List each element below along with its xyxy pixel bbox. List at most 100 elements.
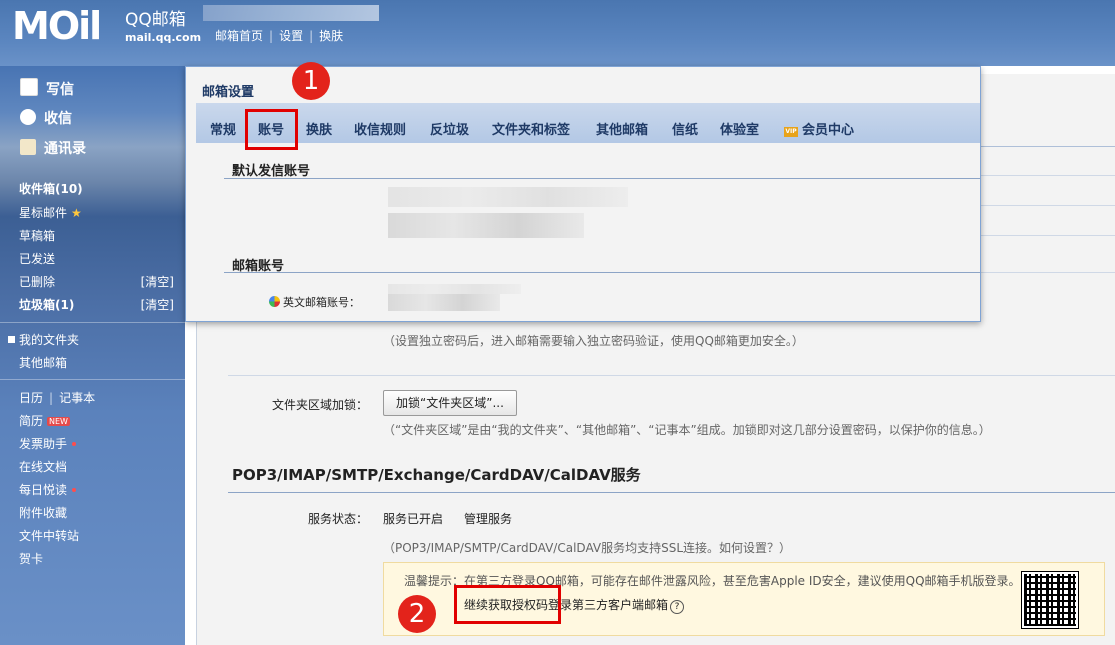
folder-sent[interactable]: 已发送 <box>19 250 174 267</box>
pencil-icon <box>20 78 38 96</box>
blurred-account <box>388 213 584 238</box>
qr-code <box>1021 571 1079 629</box>
expand-icon <box>8 336 15 343</box>
attachments-label: 附件收藏 <box>19 506 68 520</box>
vip-icon: VIP <box>784 127 798 137</box>
folder-deleted[interactable]: 已删除 [清空] <box>19 273 174 290</box>
home-link[interactable]: 邮箱首页 <box>215 29 263 43</box>
notepad-link[interactable]: 记事本 <box>59 391 95 405</box>
folder-starred[interactable]: 星标邮件 ★ <box>19 204 174 221</box>
sidebar: 写信 收信 通讯录 收件箱(10) 星标邮件 ★ 草稿箱 已发送 已删除 [清空] … <box>0 66 185 645</box>
divider <box>228 492 1115 493</box>
new-badge: NEW <box>47 417 70 426</box>
blurred-account <box>388 294 500 311</box>
daily-link[interactable]: 每日悦读 <box>19 481 174 498</box>
service-status-value: 服务已开启 <box>383 512 444 526</box>
qqmail-logo[interactable]: MOil <box>12 6 102 46</box>
help-icon[interactable]: ? <box>670 600 685 614</box>
product-name: QQ邮箱 <box>125 10 186 30</box>
divider <box>228 375 1115 376</box>
service-heading: POP3/IMAP/SMTP/Exchange/CardDAV/CalDAV服务 <box>232 466 641 484</box>
folder-label: 垃圾箱(1) <box>19 298 75 312</box>
tab-other-mailbox[interactable]: 其他邮箱 <box>596 119 648 138</box>
contacts-icon <box>20 139 36 155</box>
resume-link[interactable]: 简历 NEW <box>19 412 174 429</box>
attachments-link[interactable]: 附件收藏 <box>19 504 174 521</box>
calendar-link[interactable]: 日历 <box>19 391 43 405</box>
folder-drafts[interactable]: 草稿箱 <box>19 227 174 244</box>
invoice-link[interactable]: 发票助手 <box>19 435 174 452</box>
tab-general[interactable]: 常规 <box>210 119 236 138</box>
highlight-auth-link <box>454 585 561 624</box>
docs-label: 在线文档 <box>19 460 68 474</box>
folder-lock-button[interactable]: 加锁“文件夹区域”... <box>383 390 517 416</box>
my-folders-label: 我的文件夹 <box>19 333 80 347</box>
folder-label: 草稿箱 <box>19 229 56 243</box>
notification-dot-icon <box>72 488 77 492</box>
divider <box>977 205 1115 206</box>
tab-antispam[interactable]: 反垃圾 <box>430 119 469 138</box>
divider <box>977 272 1115 273</box>
step-2-badge: 2 <box>398 595 436 633</box>
tab-stationery[interactable]: 信纸 <box>672 119 698 138</box>
settings-panel: 邮箱设置 常规 账号 换肤 收信规则 反垃圾 文件夹和标签 其他邮箱 信纸 体验… <box>185 66 981 322</box>
cards-label: 贺卡 <box>19 552 44 566</box>
tab-vip-center[interactable]: VIP 会员中心 <box>784 119 854 138</box>
tab-receive-rules[interactable]: 收信规则 <box>354 119 406 138</box>
tab-folders-labels[interactable]: 文件夹和标签 <box>492 119 570 138</box>
skin-link[interactable]: 换肤 <box>319 29 343 43</box>
highlight-account-tab <box>245 109 298 150</box>
empty-spam-link[interactable]: [清空] <box>141 296 174 313</box>
transfer-label: 文件中转站 <box>19 529 80 543</box>
receive-label: 收信 <box>44 111 72 127</box>
folder-label: 星标邮件 <box>19 206 68 220</box>
divider <box>977 235 1115 236</box>
blurred-account <box>388 187 628 207</box>
folder-label: 收件箱(10) <box>19 182 83 196</box>
compose-button[interactable]: 写信 <box>20 78 74 99</box>
top-links: 邮箱首页 | 设置 | 换肤 <box>215 29 344 43</box>
sidebar-divider <box>0 379 185 380</box>
folder-lock-label: 文件夹区域加锁： <box>272 398 369 412</box>
divider <box>977 146 1115 147</box>
blurred-account <box>388 284 521 294</box>
tab-lab[interactable]: 体验室 <box>720 119 759 138</box>
transfer-link[interactable]: 文件中转站 <box>19 527 174 544</box>
calendar-notepad: 日历 | 记事本 <box>19 391 96 405</box>
daily-label: 每日悦读 <box>19 483 68 497</box>
divider <box>977 175 1115 176</box>
sidebar-divider <box>0 322 185 323</box>
folder-spam[interactable]: 垃圾箱(1) [清空] <box>19 296 174 313</box>
folder-label: 已删除 <box>19 275 56 289</box>
docs-link[interactable]: 在线文档 <box>19 458 174 475</box>
tab-skin[interactable]: 换肤 <box>306 119 332 138</box>
chrome-icon <box>269 296 280 307</box>
manage-service-link[interactable]: 管理服务 <box>464 510 512 527</box>
other-mailbox[interactable]: 其他邮箱 <box>19 354 174 371</box>
contacts-button[interactable]: 通讯录 <box>20 138 86 158</box>
my-folders[interactable]: 我的文件夹 <box>8 331 163 348</box>
settings-link[interactable]: 设置 <box>279 29 303 43</box>
cards-link[interactable]: 贺卡 <box>19 550 174 567</box>
vip-tab-label: 会员中心 <box>802 123 855 138</box>
default-sender-heading: 默认发信账号 <box>232 164 311 179</box>
invoice-label: 发票助手 <box>19 437 68 451</box>
english-account-text: 英文邮箱账号： <box>283 296 360 309</box>
folder-label: 已发送 <box>19 252 56 266</box>
ssl-hint: （POP3/IMAP/SMTP/CardDAV/CalDAV服务均支持SSL连接… <box>383 541 792 555</box>
product-domain: mail.qq.com <box>125 31 202 44</box>
blurred-username <box>203 5 379 21</box>
panel-title: 邮箱设置 <box>202 85 255 100</box>
service-status-label: 服务状态： <box>308 512 369 526</box>
receive-button[interactable]: 收信 <box>20 108 72 128</box>
folder-inbox[interactable]: 收件箱(10) <box>19 180 174 197</box>
settings-tabs: 常规 账号 换肤 收信规则 反垃圾 文件夹和标签 其他邮箱 信纸 体验室 VIP… <box>196 103 980 143</box>
empty-deleted-link[interactable]: [清空] <box>141 273 174 290</box>
password-hint: （设置独立密码后，进入邮箱需要输入独立密码验证，使用QQ邮箱更加安全。） <box>383 334 804 348</box>
resume-label: 简历 <box>19 414 44 428</box>
notification-dot-icon <box>72 442 77 446</box>
top-bar: MOil QQ邮箱 mail.qq.com 邮箱首页 | 设置 | 换肤 <box>0 0 1115 66</box>
star-icon: ★ <box>71 206 82 220</box>
other-mailbox-label: 其他邮箱 <box>19 356 68 370</box>
folder-lock-hint: （“文件夹区域”是由“我的文件夹”、“其他邮箱”、“记事本”组成。加锁即对这几部… <box>383 423 991 437</box>
